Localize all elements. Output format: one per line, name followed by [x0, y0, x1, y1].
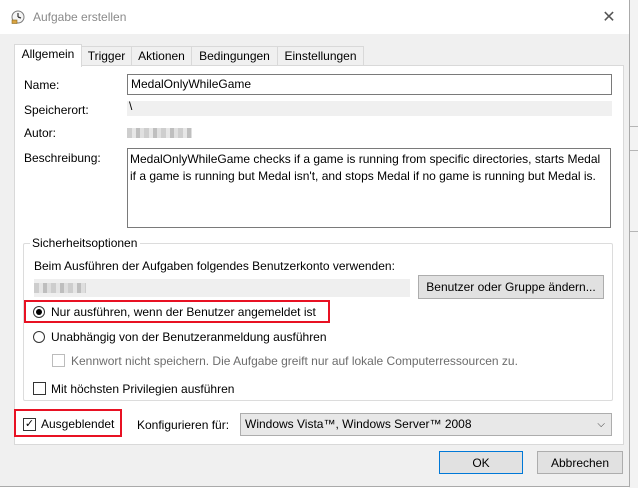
configure-for-select[interactable]: Windows Vista™, Windows Server™ 2008 ⌵	[240, 413, 612, 436]
name-input-value: MedalOnlyWhileGame	[131, 77, 252, 91]
cancel-button[interactable]: Abbrechen	[537, 451, 623, 474]
close-icon: ✕	[602, 9, 616, 26]
run-independent-radio[interactable]	[33, 331, 45, 343]
background-window-strip	[629, 0, 638, 488]
tab-label: Bedingungen	[199, 49, 270, 63]
description-textarea[interactable]: MedalOnlyWhileGame checks if a game is r…	[127, 148, 611, 228]
window-title: Aufgabe erstellen	[33, 10, 127, 24]
no-store-password-checkbox[interactable]	[52, 354, 65, 367]
tab-aktionen[interactable]: Aktionen	[131, 46, 192, 66]
change-user-button[interactable]: Benutzer oder Gruppe ändern...	[418, 275, 604, 299]
author-value-redacted	[127, 128, 192, 138]
name-label: Name:	[24, 78, 60, 92]
tab-allgemein[interactable]: Allgemein	[14, 44, 82, 67]
background-window-line	[629, 126, 638, 127]
highest-privileges-checkbox[interactable]	[33, 382, 46, 395]
location-field: \	[127, 99, 612, 116]
tab-trigger[interactable]: Trigger	[81, 46, 132, 66]
description-label: Beschreibung:	[24, 151, 101, 165]
title-bar: Aufgabe erstellen ✕	[0, 0, 629, 34]
configure-label: Konfigurieren für:	[137, 418, 230, 432]
tab-label: Einstellungen	[284, 49, 357, 63]
background-window-line	[629, 150, 638, 151]
run-independent-label[interactable]: Unabhängig von der Benutzeranmeldung aus…	[51, 330, 327, 344]
cancel-button-label: Abbrechen	[550, 455, 610, 470]
highlight-box-hidden	[14, 409, 122, 437]
user-account-redacted	[34, 283, 86, 293]
configure-for-value: Windows Vista™, Windows Server™ 2008	[245, 417, 472, 431]
location-value: \	[129, 99, 133, 113]
description-text: MedalOnlyWhileGame checks if a game is r…	[130, 152, 601, 183]
no-store-password-label: Kennwort nicht speichern. Die Aufgabe gr…	[71, 354, 518, 368]
account-prompt: Beim Ausführen der Aufgaben folgendes Be…	[34, 259, 395, 273]
chevron-down-icon: ⌵	[597, 419, 605, 430]
user-account-field	[34, 279, 410, 297]
location-label: Speicherort:	[24, 103, 89, 117]
name-input[interactable]: MedalOnlyWhileGame	[127, 74, 612, 95]
highest-privileges-label[interactable]: Mit höchsten Privilegien ausführen	[51, 382, 234, 396]
tab-label: Trigger	[87, 49, 126, 63]
ok-button-label: OK	[472, 455, 490, 470]
background-window-line	[629, 231, 638, 232]
create-task-dialog: Aufgabe erstellen ✕ Allgemein Trigger Ak…	[0, 0, 630, 487]
tab-bedingungen[interactable]: Bedingungen	[191, 46, 278, 66]
ok-button[interactable]: OK	[439, 451, 523, 474]
close-button[interactable]: ✕	[596, 5, 622, 29]
tab-label: Aktionen	[138, 49, 185, 63]
tab-einstellungen[interactable]: Einstellungen	[277, 46, 364, 66]
change-user-button-label: Benutzer oder Gruppe ändern...	[426, 280, 596, 294]
task-scheduler-icon	[11, 10, 25, 24]
tab-label: Allgemein	[21, 47, 75, 61]
author-label: Autor:	[24, 126, 57, 140]
security-options-title: Sicherheitsoptionen	[30, 236, 141, 250]
highlight-box-radio	[24, 300, 330, 323]
